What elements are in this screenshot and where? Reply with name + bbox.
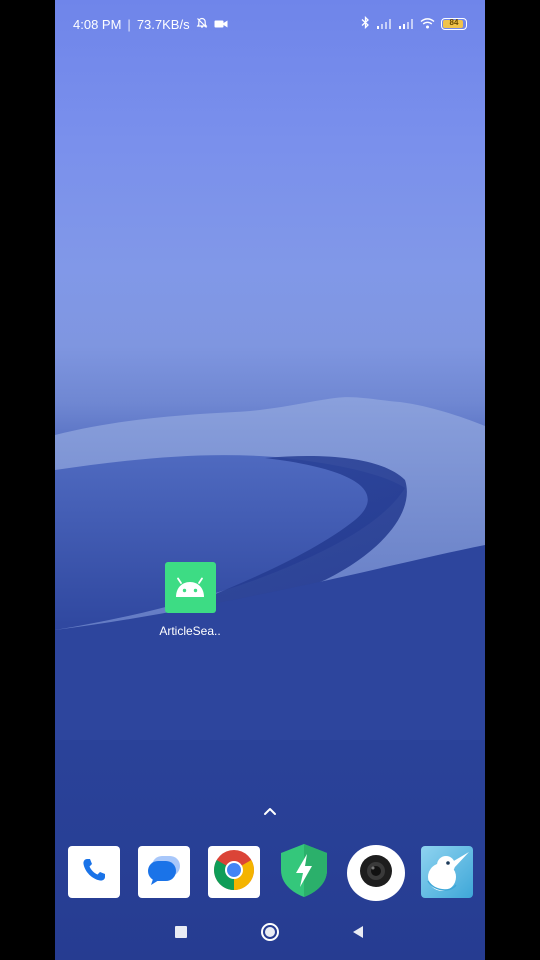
app-shortcut-articlesearch[interactable]: ArticleSea.. xyxy=(155,562,225,638)
android-robot-icon xyxy=(164,562,216,613)
recents-button[interactable] xyxy=(171,924,191,944)
app-label: ArticleSea.. xyxy=(159,624,221,638)
navigation-bar xyxy=(55,918,485,950)
battery-level: 84 xyxy=(449,18,459,27)
phone-app[interactable] xyxy=(68,846,120,898)
back-button[interactable] xyxy=(348,924,368,944)
messages-icon xyxy=(145,853,183,892)
home-button[interactable] xyxy=(260,922,280,947)
browser-app[interactable] xyxy=(421,846,473,898)
kiwi-bird-icon xyxy=(424,847,470,898)
status-bar: 4:08 PM | 73.7KB/s 84 xyxy=(55,0,485,48)
video-record-icon xyxy=(214,17,228,32)
alarm-off-icon xyxy=(196,17,208,32)
back-icon xyxy=(351,925,365,944)
chrome-icon xyxy=(213,849,255,896)
shield-bolt-icon xyxy=(277,842,331,903)
home-icon xyxy=(260,922,280,947)
phone-icon xyxy=(79,855,109,890)
battery-icon: 84 xyxy=(441,18,467,30)
security-app[interactable] xyxy=(278,843,330,898)
home-screen: 4:08 PM | 73.7KB/s 84 ArticleSea.. xyxy=(55,0,485,960)
messages-app[interactable] xyxy=(138,846,190,898)
bluetooth-icon xyxy=(361,15,370,32)
wifi-icon xyxy=(420,17,435,32)
chevron-up-icon[interactable] xyxy=(260,804,280,818)
signal-2-icon xyxy=(398,17,414,32)
wallpaper-dunes xyxy=(55,397,485,740)
signal-1-icon xyxy=(376,17,392,32)
camera-app[interactable] xyxy=(347,845,405,901)
recents-icon xyxy=(174,925,188,944)
network-speed: 73.7KB/s xyxy=(136,17,190,32)
status-separator: | xyxy=(127,17,131,32)
dock xyxy=(55,843,485,901)
chrome-app[interactable] xyxy=(208,846,260,898)
clock: 4:08 PM xyxy=(73,17,122,32)
camera-icon xyxy=(358,853,394,894)
